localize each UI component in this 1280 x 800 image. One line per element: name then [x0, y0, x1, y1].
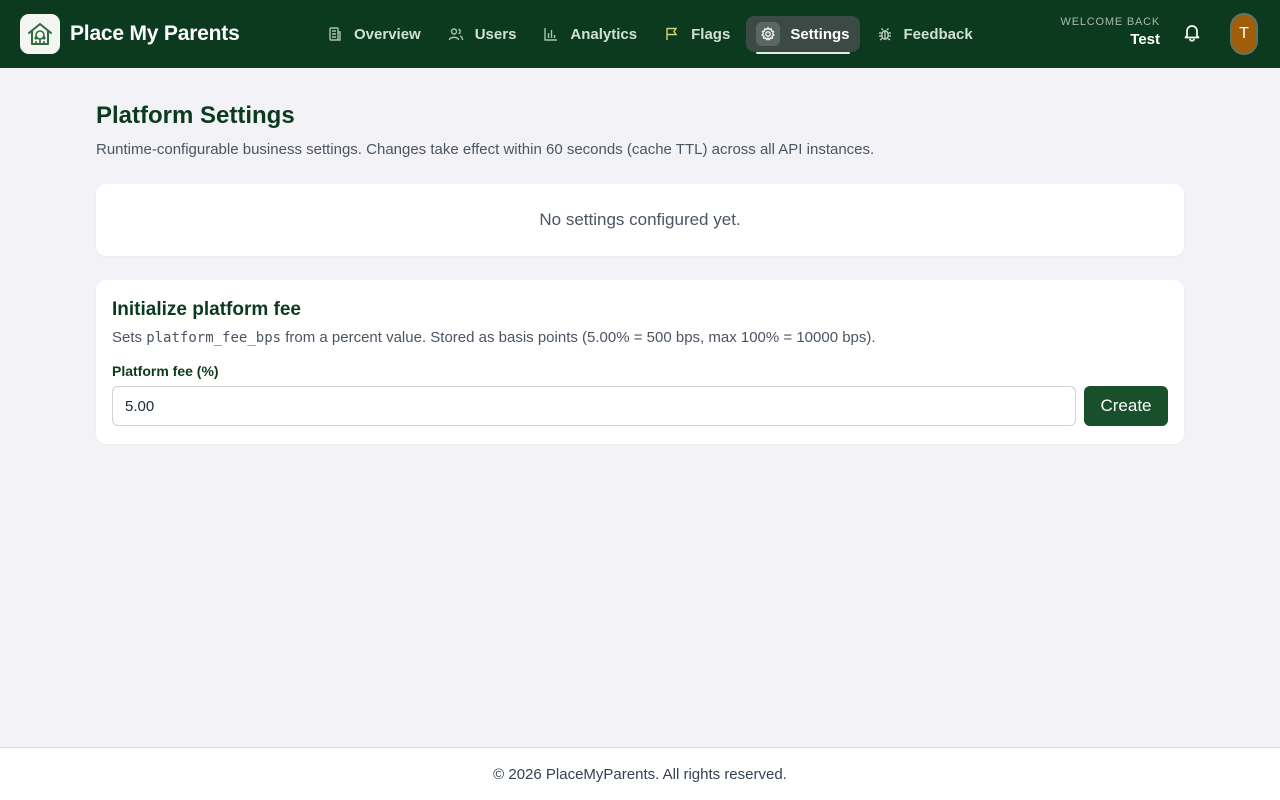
- page: Place My Parents Overview Users Analytic…: [0, 0, 1280, 800]
- nav-label: Analytics: [570, 25, 638, 43]
- main-nav: Overview Users Analytics Flags Settings …: [316, 16, 983, 54]
- bell-icon: [1182, 22, 1202, 47]
- nav-item-users[interactable]: Users: [437, 16, 527, 52]
- avatar[interactable]: T: [1230, 13, 1258, 55]
- nav-label: Flags: [691, 25, 731, 43]
- house-logo-icon: [20, 14, 60, 54]
- fee-card-title: Initialize platform fee: [112, 299, 301, 320]
- footer: © 2026 PlaceMyParents. All rights reserv…: [0, 747, 1280, 800]
- empty-state-message: No settings configured yet.: [539, 210, 741, 229]
- brand[interactable]: Place My Parents: [20, 14, 240, 54]
- footer-copyright: © 2026 PlaceMyParents. All rights reserv…: [493, 765, 787, 783]
- initialize-fee-card: Initialize platform fee Sets platform_fe…: [96, 280, 1184, 444]
- avatar-initial: T: [1239, 25, 1249, 42]
- nav-item-flags[interactable]: Flags: [653, 16, 740, 52]
- fee-setting-key: platform_fee_bps: [146, 330, 282, 346]
- fee-form-row: Create: [112, 386, 1168, 426]
- main-content: Platform Settings Runtime-configurable b…: [96, 100, 1184, 444]
- platform-fee-input[interactable]: [112, 386, 1076, 426]
- welcome-label: WELCOME BACK: [1060, 16, 1160, 28]
- platform-fee-label: Platform fee (%): [112, 363, 219, 379]
- building-icon: [326, 25, 344, 43]
- fee-card-description: Sets platform_fee_bps from a percent val…: [112, 328, 1168, 348]
- brand-name: Place My Parents: [70, 22, 240, 45]
- create-button[interactable]: Create: [1084, 386, 1168, 426]
- nav-label: Settings: [790, 25, 850, 43]
- nav-label: Feedback: [903, 25, 973, 43]
- top-navbar: Place My Parents Overview Users Analytic…: [0, 0, 1280, 68]
- page-subtitle: Runtime-configurable business settings. …: [96, 141, 875, 158]
- notifications-button[interactable]: [1180, 22, 1204, 46]
- bug-icon: [876, 25, 894, 43]
- user-name: Test: [1130, 31, 1160, 48]
- nav-item-analytics[interactable]: Analytics: [532, 16, 647, 52]
- gear-icon: [756, 22, 781, 46]
- welcome-block: WELCOME BACK Test: [1061, 16, 1160, 52]
- settings-list-card: No settings configured yet.: [96, 184, 1184, 256]
- page-title: Platform Settings: [96, 102, 295, 129]
- flag-icon: [663, 25, 681, 43]
- fee-desc-prefix: Sets: [112, 329, 147, 346]
- nav-label: Users: [474, 25, 517, 43]
- bar-chart-icon: [542, 25, 560, 43]
- nav-item-settings[interactable]: Settings: [746, 16, 860, 54]
- nav-item-feedback[interactable]: Feedback: [866, 16, 983, 52]
- fee-desc-suffix: from a percent value. Stored as basis po…: [281, 329, 876, 346]
- users-icon: [447, 25, 465, 43]
- nav-item-overview[interactable]: Overview: [316, 16, 431, 52]
- nav-label: Overview: [354, 25, 421, 43]
